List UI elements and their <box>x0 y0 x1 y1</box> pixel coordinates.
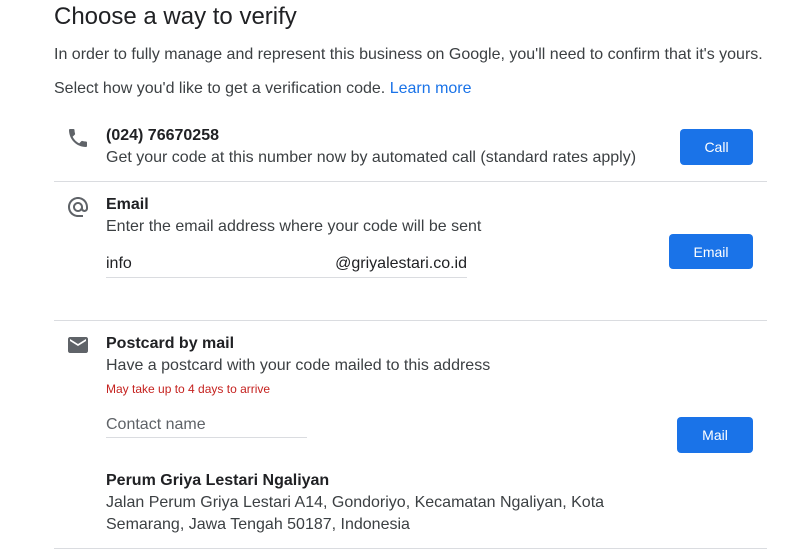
divider <box>54 181 767 182</box>
email-button[interactable]: Email <box>669 234 753 269</box>
postcard-title: Postcard by mail <box>106 335 235 352</box>
contact-name-field[interactable]: Contact name <box>106 412 307 438</box>
email-title: Email <box>106 196 149 213</box>
learn-more-link[interactable]: Learn more <box>390 80 472 97</box>
envelope-icon <box>66 333 90 357</box>
email-domain-suffix: @griyalestari.co.id <box>335 255 467 272</box>
contact-name-placeholder: Contact name <box>106 416 206 433</box>
divider <box>54 320 767 321</box>
call-button[interactable]: Call <box>680 129 753 165</box>
intro-text: In order to fully manage and represent t… <box>54 46 763 63</box>
phone-description: Get your code at this number now by auto… <box>106 149 637 166</box>
phone-number: (024) 76670258 <box>106 127 219 144</box>
select-method-text: Select how you'd like to get a verificat… <box>54 80 472 98</box>
phone-icon <box>66 126 90 150</box>
email-field[interactable]: info @griyalestari.co.id <box>106 251 467 278</box>
address-line-2: Semarang, Jawa Tengah 50187, Indonesia <box>106 516 410 533</box>
at-sign-icon <box>66 195 90 219</box>
email-local-part[interactable]: info <box>106 255 132 273</box>
postcard-description: Have a postcard with your code mailed to… <box>106 357 491 374</box>
delivery-warning: May take up to 4 days to arrive <box>106 382 271 396</box>
address-name: Perum Griya Lestari Ngaliyan <box>106 472 330 489</box>
select-method-label: Select how you'd like to get a verificat… <box>54 80 386 97</box>
mail-button[interactable]: Mail <box>677 417 753 453</box>
page-title: Choose a way to verify <box>54 3 297 30</box>
divider <box>54 548 767 549</box>
address-line-1: Jalan Perum Griya Lestari A14, Gondoriyo… <box>106 494 605 511</box>
email-description: Enter the email address where your code … <box>106 218 482 235</box>
